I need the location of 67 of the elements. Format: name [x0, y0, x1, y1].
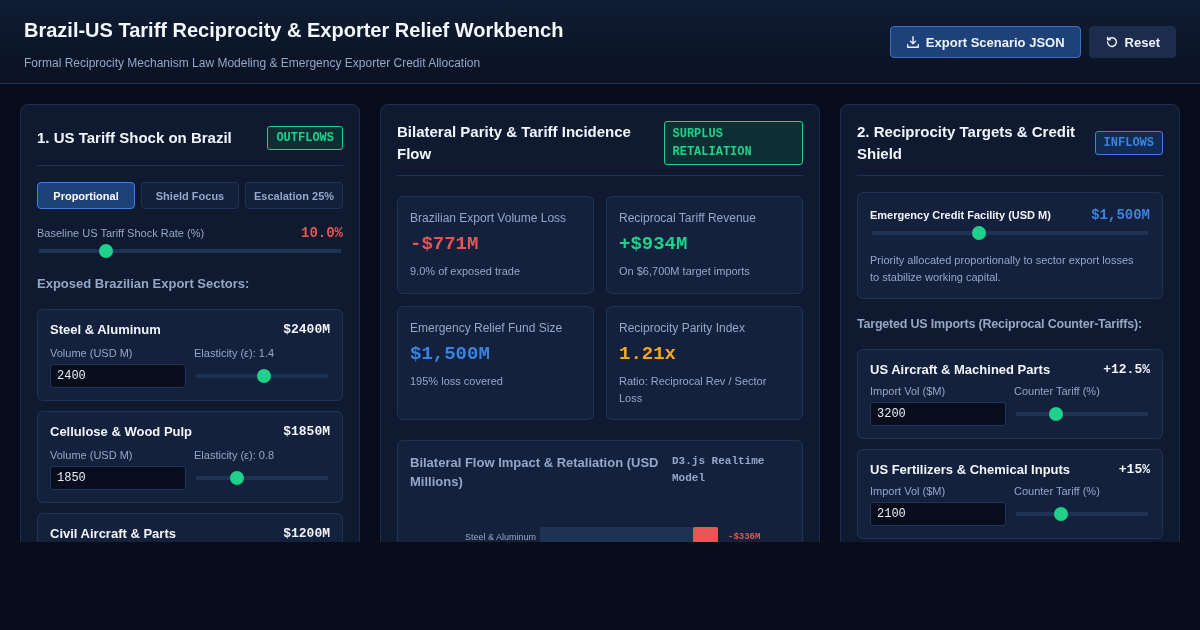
chart-tag: D3.js Realtime Model [672, 453, 790, 491]
bar-value: -$336M [728, 532, 761, 542]
metric-note: 195% loss covered [410, 374, 504, 389]
page-title: Brazil-US Tariff Reciprocity & Exporter Relief Workbench [24, 19, 564, 42]
sector-value: $1850M [283, 424, 330, 439]
slider-thumb[interactable] [1049, 407, 1064, 421]
sector-name: Steel & Aluminum [50, 322, 161, 337]
section-label: Exposed Brazilian Export Sectors: [37, 276, 251, 291]
slider-thumb[interactable] [257, 369, 272, 383]
field-label: Baseline US Tariff Shock Rate (%) [37, 227, 205, 239]
input-field[interactable]: 3200 [870, 402, 1006, 426]
sector-name: Civil Aircraft & Parts [50, 526, 176, 541]
status-badge: INFLOWS [1094, 131, 1163, 155]
metric-label: Emergency Relief Fund Size [410, 321, 564, 335]
slider-thumb[interactable] [971, 226, 986, 240]
reset-icon [1104, 35, 1119, 49]
credit-reading: $1,500M [1091, 207, 1150, 223]
metric-label: Brazilian Export Volume Loss [410, 211, 568, 225]
tab[interactable]: Escalation 25% [245, 182, 343, 209]
export-button[interactable]: Export Scenario JSON [889, 26, 1081, 58]
panel-title: 2. Reciprocity Targets & Credit Shield [857, 122, 1077, 164]
slider-thumb[interactable] [99, 244, 114, 258]
metric-value: +$934M [619, 233, 689, 255]
metric-value: 1.21x [619, 343, 677, 365]
sector-value: $1200M [283, 526, 330, 541]
import-name: US Fertilizers & Chemical Inputs [870, 462, 1071, 477]
field-label: Counter Tariff (%) [1014, 385, 1101, 397]
metric-note: 9.0% of exposed trade [410, 264, 522, 279]
bar-label: Steel & Aluminum [463, 532, 536, 542]
input-field[interactable]: 1850 [50, 466, 186, 490]
tab[interactable]: Proportional [37, 182, 135, 209]
field-label: Emergency Credit Facility (USD M) [870, 209, 1051, 221]
metric-value: $1,500M [410, 343, 491, 365]
import-name: US Aircraft & Machined Parts [870, 362, 1051, 377]
tab[interactable]: Shield Focus [141, 182, 239, 209]
metric-label: Reciprocal Tariff Revenue [619, 211, 757, 225]
field-label: Import Vol ($M) [870, 485, 947, 497]
slider-thumb[interactable] [1053, 507, 1068, 521]
tariff-value: +12.5% [1103, 362, 1150, 377]
panel-title: Bilateral Parity & Tariff Incidence Flow [397, 122, 632, 164]
field-label: Counter Tariff (%) [1014, 485, 1101, 497]
download-icon [905, 35, 920, 49]
field-label: Elasticity (ε): 0.8 [194, 449, 276, 461]
rate-reading: 10.0% [301, 225, 343, 241]
field-label: Import Vol ($M) [870, 385, 947, 397]
metric-note: Ratio: Reciprocal Rev / Sector Loss [619, 374, 768, 406]
field-label: Volume (USD M) [50, 347, 134, 359]
metric-value: -$771M [410, 233, 480, 255]
sector-name: Cellulose & Wood Pulp [50, 424, 193, 439]
reset-button[interactable]: Reset [1088, 26, 1176, 58]
input-field[interactable]: 2400 [50, 364, 186, 388]
credit-note: Priority allocated proportionally to sector export losses to stabilize working capital. [870, 253, 1135, 285]
sector-value: $2400M [283, 322, 330, 337]
loss-bar [693, 527, 718, 542]
metric-label: Reciprocity Parity Index [619, 321, 747, 335]
field-label: Volume (USD M) [50, 449, 134, 461]
input-field[interactable]: 2100 [870, 502, 1006, 526]
status-badge: OUTFLOWS [267, 126, 343, 150]
tariff-value: +15% [1118, 462, 1150, 477]
chart-title: Bilateral Flow Impact & Retaliation (USD Millions) [410, 454, 660, 491]
field-label: Elasticity (ε): 1.4 [194, 347, 276, 359]
panel-title: 1. US Tariff Shock on Brazil [37, 128, 232, 148]
metric-note: On $6,700M target imports [619, 264, 751, 279]
slider-thumb[interactable] [230, 471, 245, 485]
section-label: Targeted US Imports (Reciprocal Counter-Tariffs): [857, 317, 1143, 331]
page-subtitle: Formal Reciprocity Mechanism Law Modeling & Emergency Exporter Credit Allocation [24, 56, 482, 70]
status-badge: SURPLUS RETALIATION [663, 121, 803, 165]
